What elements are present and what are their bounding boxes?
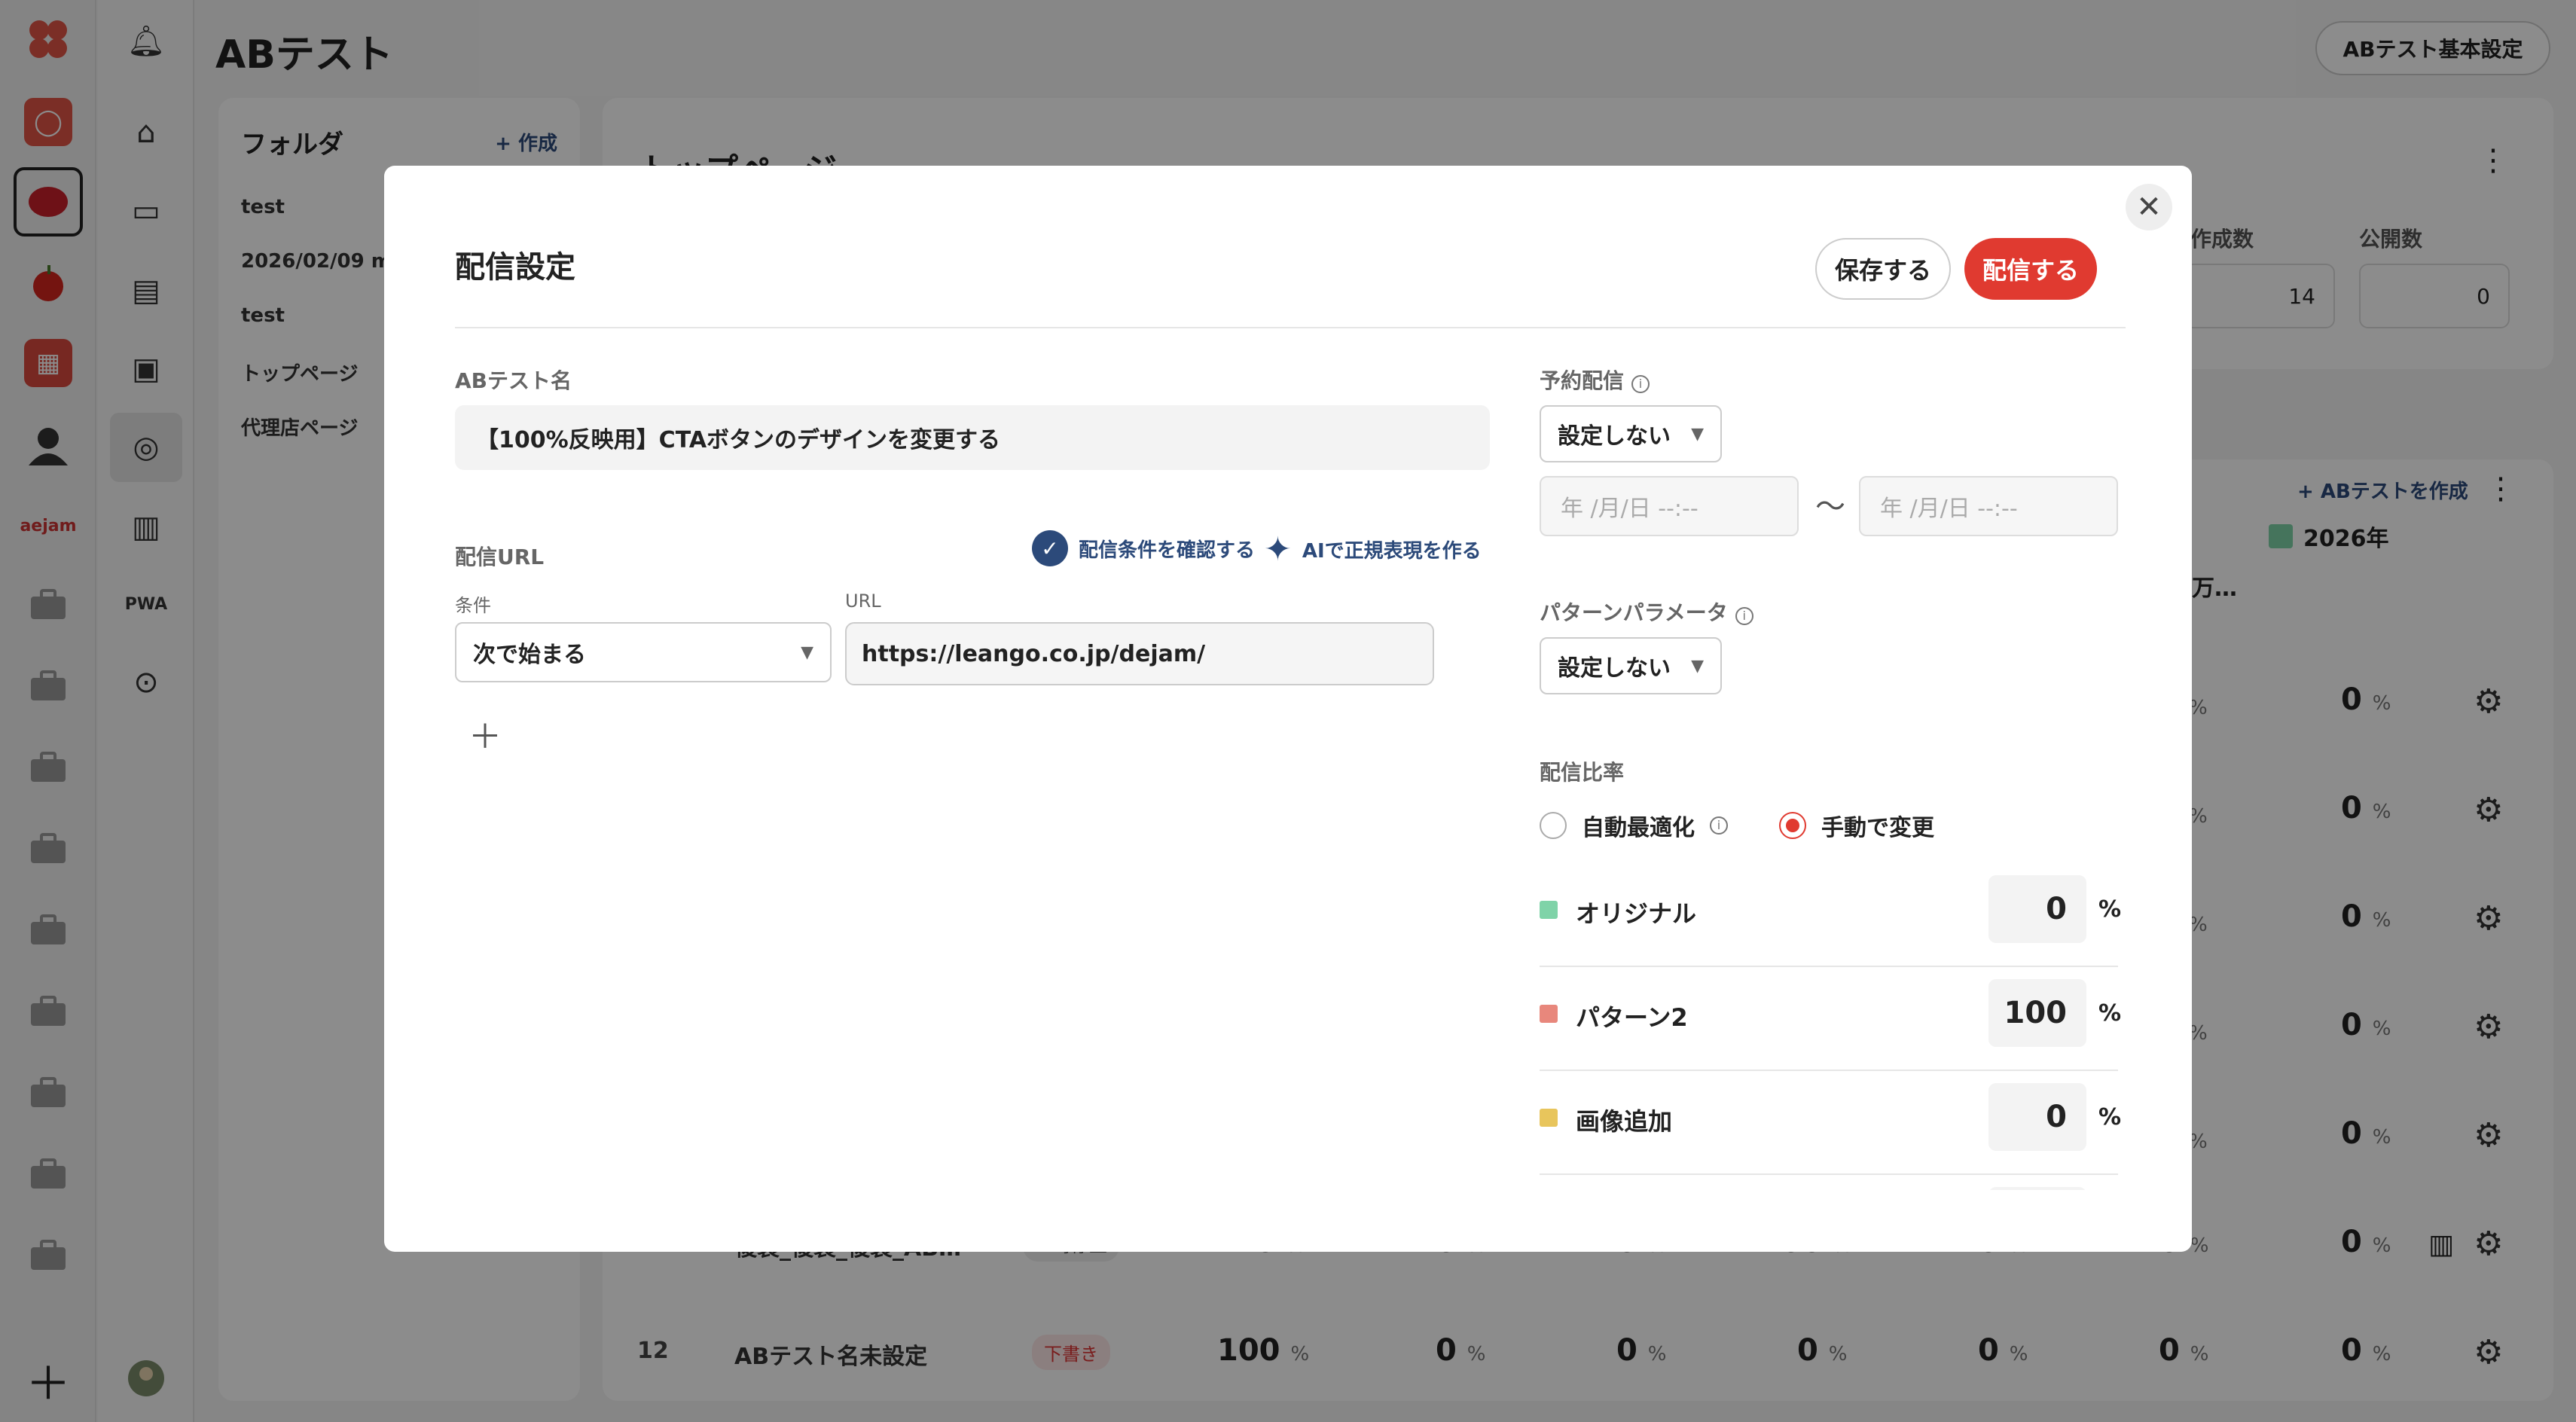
color-swatch xyxy=(1540,1005,1558,1023)
color-swatch xyxy=(1540,1109,1558,1127)
ratio-row-original: オリジナル 0 % xyxy=(1540,863,2122,967)
ratio-input[interactable]: 0 xyxy=(1988,1083,2086,1151)
ratio-input[interactable] xyxy=(1988,1187,2086,1190)
ratio-input[interactable]: 100 xyxy=(1988,979,2086,1047)
ratio-input[interactable]: 0 xyxy=(1988,875,2086,943)
percent-unit: % xyxy=(2098,896,2122,923)
ratio-list: オリジナル 0 % パターン2 100 % 画像追加 0 % xyxy=(384,166,2192,1190)
percent-unit: % xyxy=(2098,1000,2122,1027)
ratio-row-image-added: 画像追加 0 % xyxy=(1540,1071,2122,1175)
delivery-settings-modal: ✕ 配信設定 保存する 配信する ABテスト名 【100%反映用】CTAボタンの… xyxy=(384,166,2192,1252)
pattern-name: 画像追加 xyxy=(1576,1107,1673,1136)
pattern-name: パターン2 xyxy=(1576,1003,1688,1032)
ratio-row-pattern2: パターン2 100 % xyxy=(1540,967,2122,1071)
color-swatch xyxy=(1540,901,1558,919)
percent-unit: % xyxy=(2098,1104,2122,1131)
ratio-row-partial xyxy=(1540,1175,2118,1190)
pattern-name: オリジナル xyxy=(1576,899,1697,928)
